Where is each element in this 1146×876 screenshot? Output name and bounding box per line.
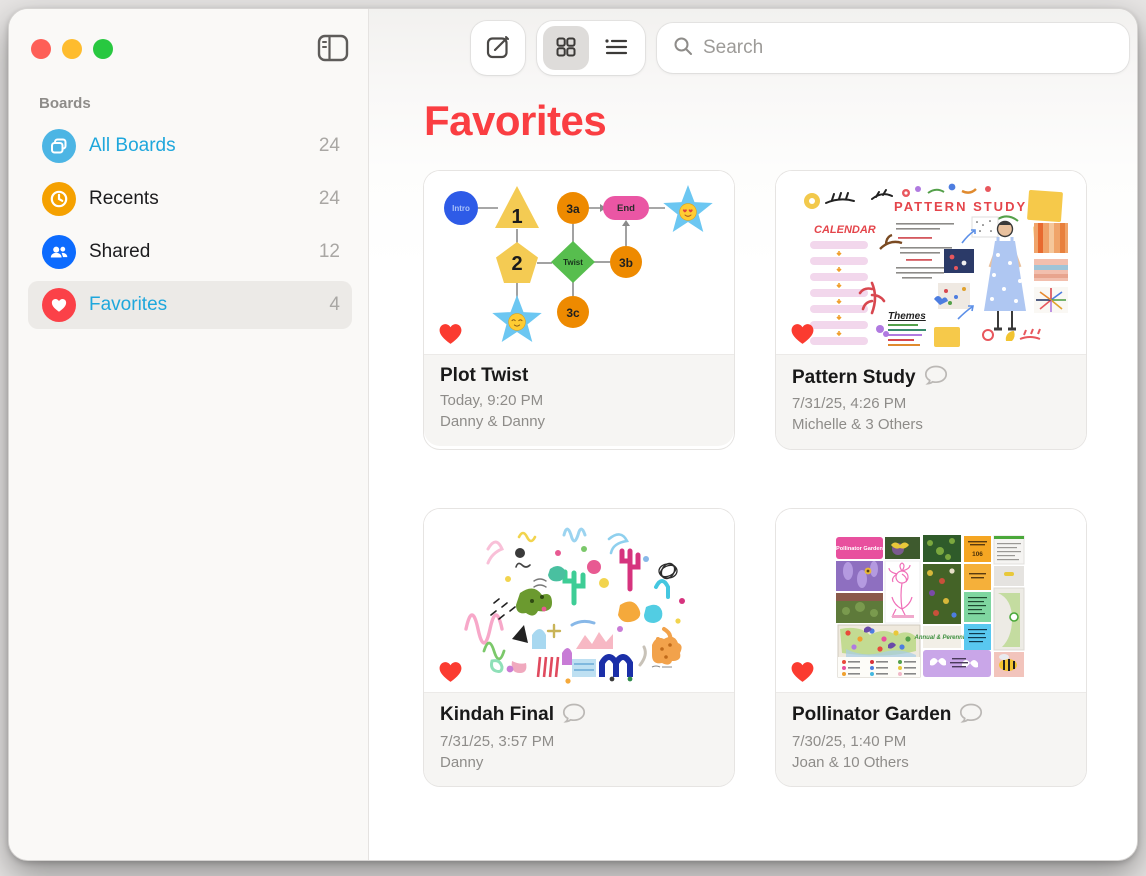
board-title: Pollinator Garden [792, 704, 951, 726]
board-date: 7/30/25, 1:40 PM [792, 731, 1070, 752]
titlebar [9, 9, 368, 73]
sidebar-item-shared[interactable]: Shared 12 [28, 228, 352, 276]
favorite-heart-icon [790, 660, 815, 683]
board-thumbnail: Intro 1 3a End [424, 171, 734, 354]
board-thumbnail [424, 509, 734, 692]
board-info: Pattern Study 7/31/25, 4:26 PM Michelle … [776, 354, 1086, 449]
search-field[interactable] [657, 23, 1129, 73]
svg-text:Intro: Intro [452, 204, 470, 213]
grid-view-icon [554, 35, 578, 62]
sidebar-item-label: Favorites [89, 294, 167, 316]
heart-eyes-emoji [680, 204, 697, 221]
people-icon [42, 235, 76, 269]
clock-icon [42, 182, 76, 216]
board-collaborators: Danny [440, 752, 718, 773]
sidebar-item-favorites[interactable]: Favorites 4 [28, 281, 352, 329]
svg-text:2: 2 [511, 253, 522, 275]
board-title: Plot Twist [440, 365, 528, 387]
collage-art: Pollinator Garden [776, 509, 1086, 692]
svg-text:3c: 3c [566, 306, 580, 320]
list-view-button[interactable] [593, 26, 639, 70]
board-date: 7/31/25, 4:26 PM [792, 393, 1070, 414]
board-info: Plot Twist Today, 9:20 PM Danny & Danny [424, 354, 734, 446]
sidebar-item-count: 12 [319, 241, 340, 263]
board-collaborators: Danny & Danny [440, 411, 718, 432]
sidebar-item-all-boards[interactable]: All Boards 24 [28, 122, 352, 170]
search-icon [673, 36, 693, 61]
sidebar-item-count: 24 [319, 188, 340, 210]
favorite-heart-icon [438, 660, 463, 683]
minimize-window-button[interactable] [62, 39, 82, 59]
sidebar-item-count: 24 [319, 135, 340, 157]
sidebar: Boards All Boards 24 [9, 9, 369, 860]
board-collaborators: Joan & 10 Others [792, 752, 1070, 773]
view-switcher [537, 21, 645, 75]
board-info: Kindah Final 7/31/25, 3:57 PM Danny [424, 692, 734, 787]
svg-text:Twist: Twist [563, 258, 583, 267]
moodboard-art: PATTERN STUDY CALENDAR [776, 171, 1086, 354]
new-board-icon [485, 34, 511, 63]
list-view-icon [603, 35, 629, 62]
flowchart-art: Intro 1 3a End [424, 171, 734, 354]
board-grid: Intro 1 3a End [424, 171, 1137, 786]
board-card-pattern-study[interactable]: PATTERN STUDY CALENDAR [776, 171, 1086, 449]
sidebar-nav: All Boards 24 Recents 24 [9, 122, 368, 334]
comments-icon [959, 703, 983, 728]
svg-text:3b: 3b [619, 256, 633, 270]
comments-icon [924, 365, 948, 390]
comments-icon [562, 703, 586, 728]
toggle-sidebar-button[interactable] [317, 33, 349, 63]
board-title: Kindah Final [440, 704, 554, 726]
board-card-kindah-final[interactable]: Kindah Final 7/31/25, 3:57 PM Danny [424, 509, 734, 787]
grid-view-button[interactable] [543, 26, 589, 70]
svg-text:3a: 3a [566, 202, 580, 216]
freeform-window: Boards All Boards 24 [8, 8, 1138, 861]
favorite-heart-icon [790, 322, 815, 345]
svg-text:End: End [617, 203, 635, 214]
close-window-button[interactable] [31, 39, 51, 59]
main-content: Favorites [369, 9, 1137, 860]
board-thumbnail: PATTERN STUDY CALENDAR [776, 171, 1086, 354]
zoom-window-button[interactable] [93, 39, 113, 59]
svg-text:1: 1 [511, 206, 522, 228]
sidebar-item-label: Shared [89, 241, 150, 263]
svg-text:Themes: Themes [888, 311, 926, 322]
svg-text:Annual & Perennial: Annual & Perennial [913, 635, 969, 641]
board-date: 7/31/25, 3:57 PM [440, 731, 718, 752]
search-input[interactable] [703, 37, 1113, 59]
board-collaborators: Michelle & 3 Others [792, 414, 1070, 435]
sidebar-item-label: All Boards [89, 135, 176, 157]
page-title: Favorites [424, 97, 1137, 145]
sidebar-item-count: 4 [329, 294, 340, 316]
board-card-plot-twist[interactable]: Intro 1 3a End [424, 171, 734, 449]
svg-text:PATTERN STUDY: PATTERN STUDY [894, 199, 1027, 214]
heart-icon [42, 288, 76, 322]
svg-text:CALENDAR: CALENDAR [814, 224, 876, 236]
svg-text:Pollinator Garden: Pollinator Garden [836, 546, 884, 552]
relieved-emoji [509, 314, 526, 331]
doodle-art [424, 509, 734, 692]
sidebar-icon [317, 51, 349, 66]
board-thumbnail: Pollinator Garden [776, 509, 1086, 692]
window-controls [31, 39, 113, 59]
boards-icon [42, 129, 76, 163]
new-board-button[interactable] [471, 21, 525, 75]
sidebar-item-label: Recents [89, 188, 159, 210]
favorite-heart-icon [438, 322, 463, 345]
board-info: Pollinator Garden 7/30/25, 1:40 PM Joan … [776, 692, 1086, 787]
board-card-pollinator-garden[interactable]: Pollinator Garden [776, 509, 1086, 787]
toolbar [369, 9, 1137, 75]
sidebar-section-title: Boards [39, 95, 368, 112]
board-date: Today, 9:20 PM [440, 390, 718, 411]
board-title: Pattern Study [792, 367, 916, 389]
svg-text:106: 106 [972, 551, 983, 558]
sidebar-item-recents[interactable]: Recents 24 [28, 175, 352, 223]
